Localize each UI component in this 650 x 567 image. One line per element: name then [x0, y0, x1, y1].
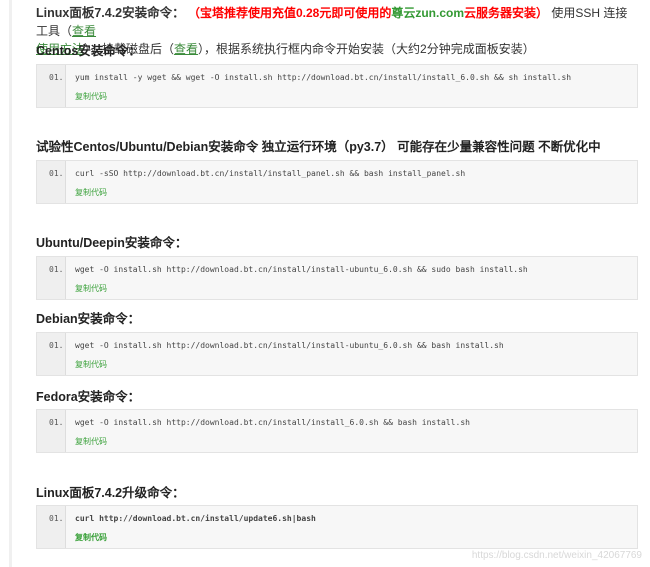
code-block: 01. curl -sSO http://download.bt.cn/inst… [36, 160, 638, 204]
section-heading: Debian安装命令： [36, 312, 141, 326]
code-block: 01. curl http://download.bt.cn/install/u… [36, 505, 638, 549]
line-gutter [37, 333, 66, 375]
promo-highlight: 尊云zun.com [391, 6, 465, 20]
copy-code-link[interactable]: 复制代码 [75, 359, 107, 370]
command-text[interactable]: yum install -y wget && wget -O install.s… [75, 73, 571, 82]
line-gutter [37, 257, 66, 299]
line-number: 01. [49, 418, 64, 427]
copy-code-link[interactable]: 复制代码 [75, 283, 107, 294]
code-block: 01. wget -O install.sh http://download.b… [36, 409, 638, 453]
code-block: 01. wget -O install.sh http://download.b… [36, 332, 638, 376]
copy-code-link[interactable]: 复制代码 [75, 436, 107, 447]
view-disk-link[interactable]: 查看 [174, 42, 198, 56]
line-number: 01. [49, 265, 64, 274]
line-gutter [37, 410, 66, 452]
line-number: 01. [49, 341, 64, 350]
section-heading: Linux面板7.4.2升级命令： [36, 486, 185, 500]
install-guide: Linux面板7.4.2安装命令： （宝塔推荐使用充值0.28元即可使用的尊云z… [36, 0, 638, 549]
command-text[interactable]: curl -sSO http://download.bt.cn/install/… [75, 169, 465, 178]
line-number: 01. [49, 169, 64, 178]
line-number: 01. [49, 73, 64, 82]
section-heading: Fedora安装命令： [36, 390, 141, 404]
command-text[interactable]: wget -O install.sh http://download.bt.cn… [75, 418, 470, 427]
section-heading: 试验性Centos/Ubuntu/Debian安装命令 独立运行环境（py3.7… [36, 140, 601, 154]
line-gutter [37, 65, 66, 107]
section-heading: Ubuntu/Deepin安装命令： [36, 236, 188, 250]
intro-label: Linux面板7.4.2安装命令： [36, 6, 185, 20]
code-block: 01. yum install -y wget && wget -O insta… [36, 64, 638, 108]
view-link[interactable]: 查看 [72, 24, 96, 38]
copy-code-link[interactable]: 复制代码 [75, 187, 107, 198]
line-gutter [37, 506, 66, 548]
left-margin-rule [9, 0, 12, 567]
promo-text: （宝塔推荐使用充值0.28元即可使用的尊云zun.com云服务器安装） [187, 6, 549, 20]
watermark-text: https://blog.csdn.net/weixin_42067769 [471, 550, 642, 561]
line-number: 01. [49, 514, 64, 523]
copy-code-link[interactable]: 复制代码 [75, 532, 107, 543]
command-text[interactable]: wget -O install.sh http://download.bt.cn… [75, 265, 528, 274]
command-text[interactable]: curl http://download.bt.cn/install/updat… [75, 514, 316, 523]
command-text[interactable]: wget -O install.sh http://download.bt.cn… [75, 341, 504, 350]
section-heading: Centos安装命令： [36, 44, 141, 58]
code-block: 01. wget -O install.sh http://download.b… [36, 256, 638, 300]
line-gutter [37, 161, 66, 203]
copy-code-link[interactable]: 复制代码 [75, 91, 107, 102]
